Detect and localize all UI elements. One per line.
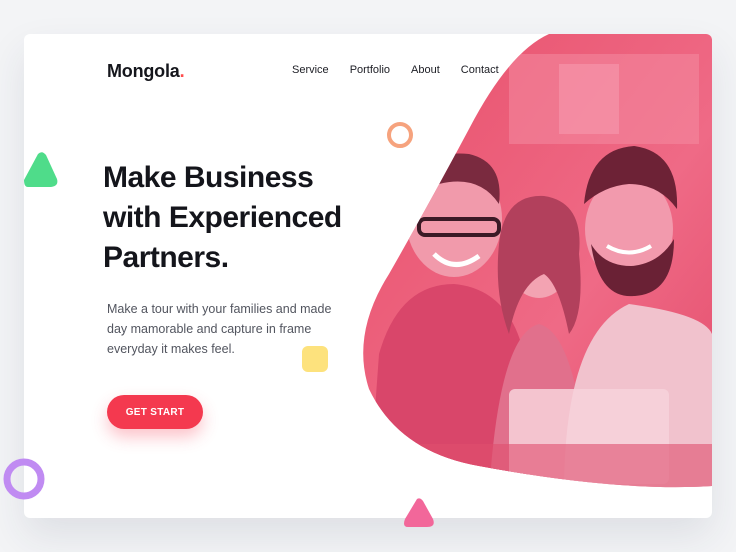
get-start-button[interactable]: GET START [107,395,203,429]
hero-photo [363,34,712,488]
description-line: Make a tour with your families and made [107,302,332,316]
nav-item-service[interactable]: Service [292,64,329,76]
yellow-square-icon [302,346,328,372]
brand-name: Mongola [107,61,180,81]
brand-dot: . [179,61,185,81]
landing-card: Mongola. Service Portfolio About Contact… [24,34,712,518]
pink-triangle-icon [404,498,434,527]
purple-ring-icon [3,458,45,500]
brand-logo[interactable]: Mongola. [107,61,185,82]
description-line: day mamorable and capture in frame [107,322,312,336]
green-triangle-accent [24,152,58,187]
orange-ring-icon [387,122,413,148]
